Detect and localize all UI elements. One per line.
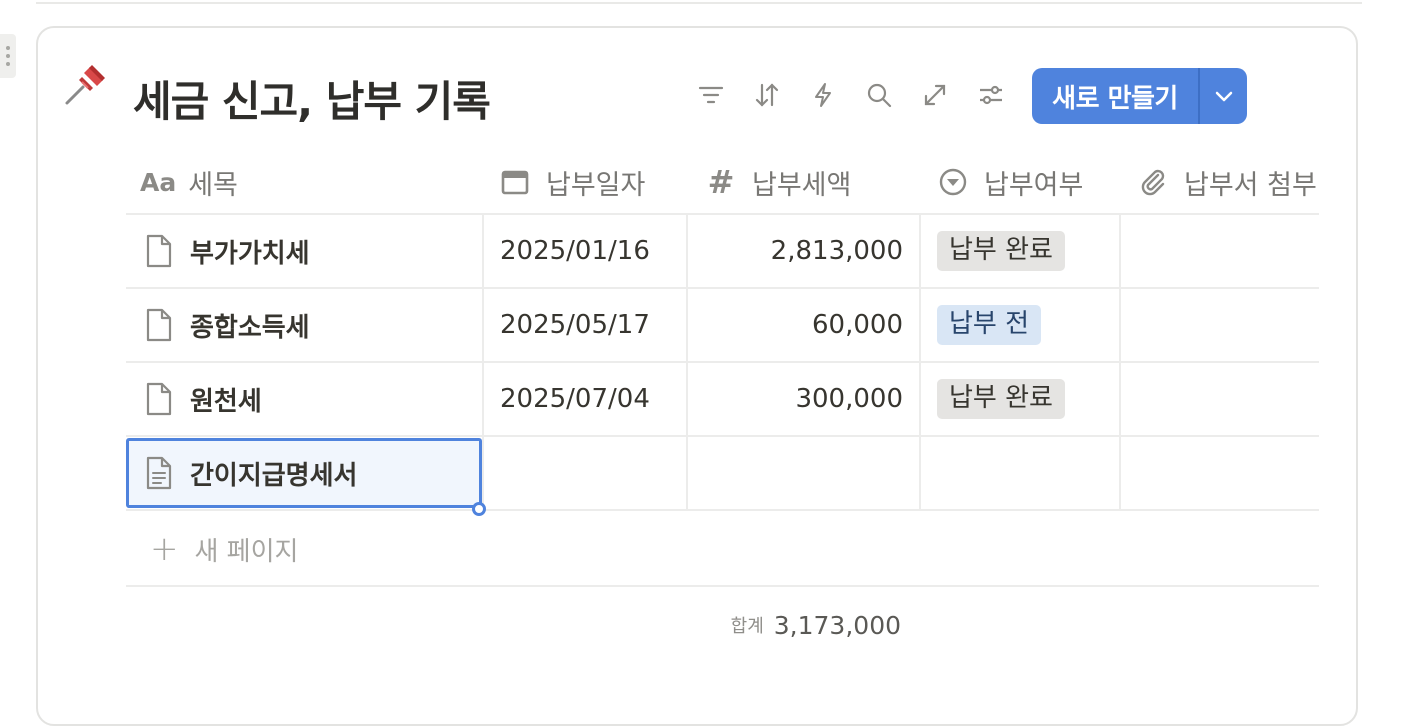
date-cell[interactable]: 2025/07/04: [500, 363, 650, 435]
new-page-label: 새 페이지: [194, 536, 299, 567]
page-icon: [144, 308, 174, 342]
drag-handle-icon[interactable]: [0, 34, 16, 78]
status-badge: 납부 완료: [937, 231, 1065, 271]
row-title-cell[interactable]: 원천세: [144, 363, 262, 435]
calendar-icon: [498, 165, 532, 199]
amount-cell[interactable]: 2,813,000: [688, 215, 903, 287]
pushpin-icon[interactable]: [62, 60, 110, 108]
row-title-cell[interactable]: 부가가치세: [144, 215, 310, 287]
sort-icon[interactable]: [752, 80, 782, 110]
row-divider: [126, 585, 1319, 587]
column-header-amount[interactable]: # 납부세액: [704, 150, 852, 214]
row-divider: [126, 509, 1319, 511]
status-cell[interactable]: 납부 완료: [937, 363, 1065, 435]
amount-summary[interactable]: 합계 3,173,000: [686, 590, 901, 660]
amount-cell[interactable]: 60,000: [688, 289, 903, 361]
filter-icon[interactable]: [696, 80, 726, 110]
page-icon: [144, 234, 174, 268]
plus-icon: +: [150, 529, 179, 569]
top-divider: [36, 2, 1362, 4]
column-header-label: 납부일자: [546, 169, 646, 201]
status-cell[interactable]: 납부 완료: [937, 215, 1065, 287]
column-header-label: 세목: [188, 169, 238, 201]
column-header-attachment[interactable]: 납부서 첨부: [1136, 150, 1317, 214]
new-button-label[interactable]: 새로 만들기: [1032, 68, 1198, 124]
row-title-cell[interactable]: 간이지급명세서: [144, 437, 357, 509]
settings-sliders-icon[interactable]: [976, 80, 1006, 110]
page-text-icon: [144, 456, 174, 490]
date-cell[interactable]: 2025/05/17: [500, 289, 650, 361]
column-header-title[interactable]: Aa 세목: [140, 150, 238, 214]
column-header-label: 납부서 첨부: [1184, 169, 1317, 201]
automation-icon[interactable]: [808, 80, 838, 110]
status-icon: [936, 165, 970, 199]
date-cell[interactable]: 2025/01/16: [500, 215, 650, 287]
row-title-cell[interactable]: 종합소득세: [144, 289, 310, 361]
status-badge: 납부 전: [937, 305, 1042, 345]
column-header-label: 납부세액: [752, 169, 852, 201]
expand-icon[interactable]: [920, 80, 950, 110]
new-button[interactable]: 새로 만들기: [1032, 68, 1247, 124]
summary-value: 3,173,000: [773, 610, 901, 640]
attachment-icon: [1136, 165, 1170, 199]
column-header-date[interactable]: 납부일자: [498, 150, 645, 214]
selection-drag-handle[interactable]: [472, 502, 486, 516]
chevron-down-icon[interactable]: [1200, 68, 1247, 124]
status-cell[interactable]: 납부 전: [937, 289, 1042, 361]
table-row[interactable]: 종합소득세 2025/05/17 60,000 납부 전: [126, 289, 1319, 361]
amount-cell[interactable]: 300,000: [688, 363, 903, 435]
column-header-status[interactable]: 납부여부: [936, 150, 1083, 214]
row-title: 종합소득세: [190, 312, 310, 343]
database-table: Aa 세목 납부일자 # 납부세액 납부여부 납부서 첨부 부가가치세 2025…: [126, 150, 1319, 670]
column-header-label: 납부여부: [984, 169, 1084, 201]
status-badge: 납부 완료: [937, 379, 1065, 419]
table-row[interactable]: 간이지급명세서: [126, 437, 1319, 509]
page-title[interactable]: 세금 신고, 납부 기록: [133, 68, 491, 129]
table-row[interactable]: 원천세 2025/07/04 300,000 납부 완료: [126, 363, 1319, 435]
row-title: 원천세: [190, 386, 262, 417]
summary-label: 합계: [730, 616, 764, 637]
page-icon: [144, 382, 174, 416]
table-row[interactable]: 부가가치세 2025/01/16 2,813,000 납부 완료: [126, 215, 1319, 287]
row-title: 간이지급명세서: [190, 460, 358, 491]
row-title: 부가가치세: [190, 238, 310, 269]
search-icon[interactable]: [864, 80, 894, 110]
number-icon: #: [707, 163, 735, 201]
new-page-button[interactable]: + 새 페이지: [150, 512, 298, 586]
text-type-icon: Aa: [140, 167, 177, 197]
